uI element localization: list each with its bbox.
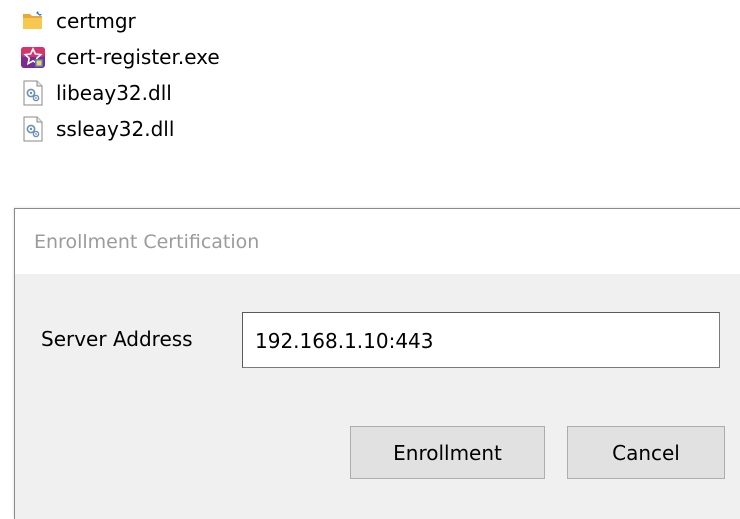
app-exe-icon — [20, 44, 46, 70]
file-item-certmgr[interactable]: certmgr — [20, 4, 136, 38]
folder-icon — [20, 8, 46, 34]
server-address-label: Server Address — [41, 327, 193, 351]
file-name: certmgr — [56, 9, 136, 33]
enrollment-button[interactable]: Enrollment — [350, 426, 545, 479]
file-item-cert-register[interactable]: cert-register.exe — [20, 40, 220, 74]
file-name: ssleay32.dll — [56, 117, 175, 141]
file-name: cert-register.exe — [56, 45, 220, 69]
dialog-title: Enrollment Certification — [34, 231, 260, 253]
cancel-button[interactable]: Cancel — [567, 426, 725, 479]
dll-file-icon — [20, 116, 46, 142]
file-name: libeay32.dll — [56, 81, 172, 105]
file-list: certmgr cert-register.exe libeay32.dll s… — [0, 0, 740, 200]
file-item-ssleay32[interactable]: ssleay32.dll — [20, 112, 174, 146]
file-item-libeay32[interactable]: libeay32.dll — [20, 76, 172, 110]
dialog-titlebar[interactable]: Enrollment Certification — [15, 209, 740, 274]
enrollment-dialog: Enrollment Certification Server Address … — [14, 208, 740, 519]
server-address-input[interactable] — [242, 312, 720, 368]
dll-file-icon — [20, 80, 46, 106]
